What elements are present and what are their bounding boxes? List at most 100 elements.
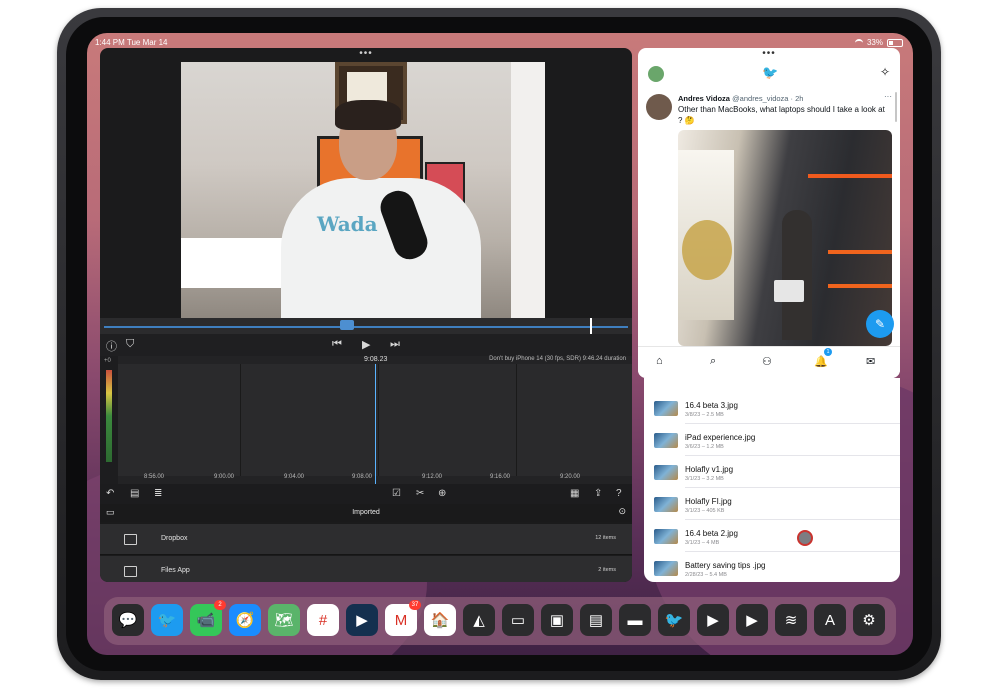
more-icon[interactable]: ⊙ xyxy=(618,506,626,517)
dock-app-glyph: # xyxy=(318,611,328,629)
twitter-window[interactable]: ••• 🐦 ✧ Andres Vidoza @andres_vidoza · 2… xyxy=(638,48,900,378)
scrubber-track xyxy=(104,326,628,328)
file-meta: 3/8/23 – 2.5 MB xyxy=(685,412,724,418)
dock-app-glyph: 📹 xyxy=(196,612,216,629)
messages-tab-icon[interactable]: ✉ xyxy=(866,355,875,368)
dock-badge: 2 xyxy=(214,600,226,610)
edit-toolbar: ↶ ▤ ≣ ☑ ✂ ⊕ ▦ ⇪ ? xyxy=(100,484,632,504)
calculator-icon[interactable]: ▤ xyxy=(580,604,612,636)
undo-icon[interactable]: ↶ xyxy=(106,488,114,499)
spotify-icon[interactable]: ≋ xyxy=(775,604,807,636)
author-avatar[interactable] xyxy=(646,94,672,120)
tweet-author[interactable]: Andres Vidoza @andres_vidoza · 2h xyxy=(678,94,803,103)
scissors-icon[interactable]: ✂ xyxy=(416,488,424,499)
dock-app-glyph: ⚙ xyxy=(862,612,876,629)
lumafusion-icon[interactable]: ▶ xyxy=(346,604,378,636)
messages-icon[interactable]: 💬 xyxy=(112,604,144,636)
affinity-icon[interactable]: ◭ xyxy=(463,604,495,636)
facetime-icon[interactable]: 📹 2 xyxy=(190,600,226,636)
dock-app-glyph: ▶ xyxy=(707,612,719,629)
help-icon[interactable]: ? xyxy=(616,488,622,499)
file-meta: 2/28/23 – 5.4 MB xyxy=(685,572,727,578)
twitter-logo-icon: 🐦 xyxy=(762,65,779,80)
folder-icon[interactable]: ▬ xyxy=(619,604,651,636)
gmail-icon[interactable]: M 37 xyxy=(385,600,421,636)
app-store-icon[interactable]: A xyxy=(814,604,846,636)
layers-icon[interactable]: ≣ xyxy=(154,488,162,499)
youtube-tv-icon[interactable]: ▶ xyxy=(736,604,768,636)
folder-name: Dropbox xyxy=(161,535,188,542)
dock-app-glyph: ▤ xyxy=(588,612,604,629)
communities-tab-icon[interactable]: ⚇ xyxy=(762,355,772,368)
settings-icon[interactable]: ⚙ xyxy=(853,604,885,636)
file-row[interactable]: iPad experience.jpg 3/6/23 – 1.2 MB xyxy=(644,424,900,456)
slack-icon[interactable]: # xyxy=(307,604,339,636)
file-row[interactable]: Holafly v1.jpg 3/1/23 – 3.2 MB xyxy=(644,456,900,488)
timeline-playhead[interactable] xyxy=(375,364,376,484)
timeline-ruler: 8:56.00 9:00.00 9:04.00 9:08.00 9:12.00 … xyxy=(100,474,632,484)
marker-icon[interactable]: ⛉ xyxy=(126,338,134,351)
info-icon[interactable]: ⓘ xyxy=(106,338,117,354)
file-row[interactable]: Holafly FI.jpg 3/1/23 – 405 KB xyxy=(644,488,900,520)
timeline[interactable]: +0 9:08.23 Don't buy iPhone 14 (30 fps, … xyxy=(100,356,632,484)
tweet-more-button[interactable]: ··· xyxy=(884,92,892,101)
files-list: 16.4 beta 3.jpg 3/8/23 – 2.5 MB iPad exp… xyxy=(644,378,900,582)
author-name: Andres Vidoza xyxy=(678,94,730,103)
multitasking-handle[interactable]: ••• xyxy=(359,49,373,59)
image-neon xyxy=(808,174,892,178)
library-folder-row[interactable]: Dropbox 12 items xyxy=(100,524,632,555)
video-preview[interactable]: Wada xyxy=(181,62,545,318)
ipad-icon[interactable]: ▣ xyxy=(541,604,573,636)
twitter-dark-icon[interactable]: 🐦 xyxy=(658,604,690,636)
file-row[interactable]: 16.4 beta 3.jpg 3/8/23 – 2.5 MB xyxy=(644,392,900,424)
youtube-icon[interactable]: ▶ xyxy=(697,604,729,636)
add-icon[interactable]: ⊕ xyxy=(438,488,446,499)
dock-app-glyph: 🐦 xyxy=(157,612,177,629)
ruler-tick: 9:04.00 xyxy=(284,474,305,480)
timeline-scrubber[interactable] xyxy=(100,318,632,334)
sparkle-icon[interactable]: ✧ xyxy=(880,65,890,79)
skip-back-icon[interactable]: ⏮ xyxy=(332,338,342,351)
library-folder-row[interactable]: Files App 2 items xyxy=(100,556,632,582)
timeline-divider xyxy=(516,364,517,476)
ruler-tick: 9:08.00 xyxy=(352,474,373,480)
profile-avatar[interactable] xyxy=(648,66,664,82)
twitter-icon[interactable]: 🐦 xyxy=(151,604,183,636)
library-header: ▭ Imported ⊙ xyxy=(100,504,632,522)
lumafusion-window[interactable]: ••• Wada ⓘ ⛉ ⏮ ▶ ⏭ +0 9:08.23 Don't buy … xyxy=(100,48,632,582)
home-icon[interactable]: 🏠 xyxy=(424,604,456,636)
home-tab-icon[interactable]: ⌂ xyxy=(656,355,663,367)
file-meta: 3/1/23 – 3.2 MB xyxy=(685,476,724,482)
layout-icon[interactable]: ▦ xyxy=(570,488,579,499)
battery-percent: 33% xyxy=(866,38,883,47)
image-laptop xyxy=(774,280,804,302)
notifications-tab-icon[interactable]: 🔔 xyxy=(814,355,828,368)
skip-forward-icon[interactable]: ⏭ xyxy=(390,338,400,351)
clip-icon[interactable]: ▤ xyxy=(130,488,139,499)
safari-icon[interactable]: 🧭 xyxy=(229,604,261,636)
checkbox-icon[interactable]: ☑ xyxy=(392,488,401,499)
file-row[interactable]: 16.4 beta 2.jpg 3/1/23 – 4 MB xyxy=(644,520,900,552)
ruler-tick: 9:12.00 xyxy=(422,474,443,480)
library-title: Imported xyxy=(352,509,380,516)
files-icon[interactable]: ▭ xyxy=(502,604,534,636)
multitasking-handle[interactable]: ••• xyxy=(762,49,776,59)
scrubber-thumb[interactable] xyxy=(340,320,354,330)
play-icon[interactable]: ▶ xyxy=(362,338,370,351)
compose-tweet-button[interactable]: ✎ xyxy=(866,310,894,338)
touch-indicator xyxy=(797,530,813,546)
scrollbar[interactable] xyxy=(895,92,897,122)
dock-app-glyph: A xyxy=(824,611,835,629)
search-tab-icon[interactable]: ⌕ xyxy=(710,355,716,368)
dock-app-glyph: ▭ xyxy=(510,612,526,629)
image-person xyxy=(782,210,812,340)
maps-icon[interactable]: 🗺 xyxy=(268,604,300,636)
file-meta: 3/1/23 – 405 KB xyxy=(685,508,725,514)
tweet-image[interactable] xyxy=(678,130,892,346)
scrubber-playhead[interactable] xyxy=(590,318,592,334)
project-info: Don't buy iPhone 14 (30 fps, SDR) 9:46.2… xyxy=(489,356,626,362)
dock-badge: 37 xyxy=(409,600,421,610)
share-icon[interactable]: ⇪ xyxy=(594,488,602,499)
file-row[interactable]: Battery saving tips .jpg 2/28/23 – 5.4 M… xyxy=(644,552,900,584)
author-handle: @andres_vidoza · 2h xyxy=(732,94,804,103)
